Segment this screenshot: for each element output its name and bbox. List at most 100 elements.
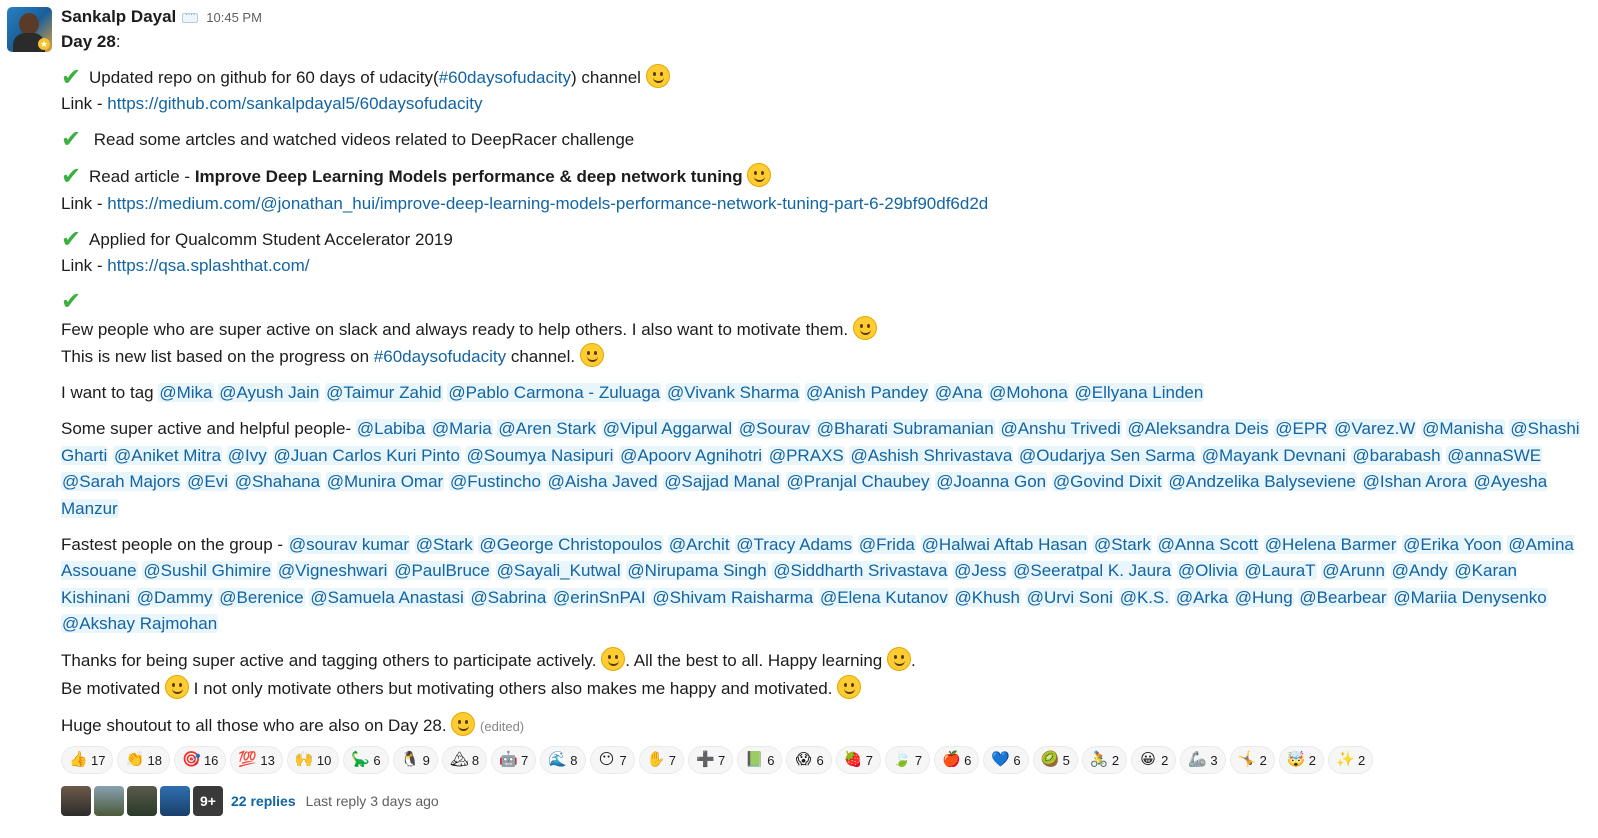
reaction-pill[interactable]: 🎯 16 (173, 746, 227, 774)
user-mention[interactable]: @Shivam Raisharma (651, 587, 815, 607)
user-mention[interactable]: @K.S. (1118, 587, 1171, 607)
user-mention[interactable]: @Ashish Shrivastava (849, 445, 1014, 465)
user-mention[interactable]: @Helena Barmer (1263, 534, 1398, 554)
reaction-pill[interactable]: 🦾 3 (1180, 746, 1226, 774)
user-mention[interactable]: @Ana (933, 383, 984, 402)
user-mention[interactable]: @Oudarjya Sen Sarma (1018, 445, 1197, 465)
user-mention[interactable]: @Erika Yoon (1402, 534, 1503, 554)
user-mention[interactable]: @sourav kumar (287, 534, 411, 554)
reaction-pill[interactable]: ✨ 2 (1328, 746, 1374, 774)
user-mention[interactable]: @Evi (186, 472, 229, 491)
user-mention[interactable]: @Samuela Anastasi (309, 587, 465, 607)
user-mention[interactable]: @Varez.W (1333, 419, 1417, 438)
user-mention[interactable]: @Taimur Zahid (325, 383, 443, 402)
user-mention[interactable]: @Siddharth Srivastava (772, 561, 949, 580)
user-mention[interactable]: @Shahana (233, 472, 322, 491)
user-mention[interactable]: @Tracy Adams (735, 534, 854, 554)
user-mention[interactable]: @barabash (1351, 445, 1442, 465)
user-mention[interactable]: @Vigneshwari (276, 561, 389, 580)
user-mention[interactable]: @Stark (414, 534, 474, 554)
reaction-pill[interactable]: 🤯 2 (1278, 746, 1325, 774)
user-mention[interactable]: @Mika (158, 383, 214, 402)
user-mention[interactable]: @Juan Carlos Kuri Pinto (272, 445, 461, 465)
user-mention[interactable]: @Jess (953, 561, 1008, 580)
user-mention[interactable]: @Ishan Arora (1361, 472, 1468, 491)
replies-link[interactable]: 22 replies (231, 793, 296, 809)
github-link[interactable]: https://github.com/sankalpdayal5/60dayso… (107, 94, 482, 113)
reaction-pill[interactable]: 🍎 6 (934, 746, 980, 774)
user-mention[interactable]: @Ivy (226, 445, 268, 465)
user-mention[interactable]: @Mayank Devnani (1200, 445, 1347, 465)
user-mention[interactable]: @Govind Dixit (1051, 472, 1163, 491)
user-mention[interactable]: @Halwai Aftab Hasan (920, 534, 1089, 554)
reaction-pill[interactable]: 😀 2 (1131, 746, 1177, 774)
user-mention[interactable]: @Aren Stark (497, 419, 597, 438)
user-mention[interactable]: @Bharati Subramanian (815, 419, 995, 438)
user-mention[interactable]: @EPR (1274, 419, 1329, 438)
user-mention[interactable]: @LauraT (1243, 561, 1317, 580)
user-mention[interactable]: @Elena Kutanov (818, 587, 949, 607)
channel-link[interactable]: #60daysofudacity (439, 68, 571, 87)
reaction-pill[interactable]: 👍 17 (61, 746, 114, 774)
user-mention[interactable]: @Mohona (988, 383, 1069, 402)
user-mention[interactable]: @Andzelika Balyseviene (1167, 472, 1357, 491)
user-mention[interactable]: @annaSWE (1446, 445, 1543, 465)
user-mention[interactable]: @Stark (1092, 534, 1152, 554)
user-mention[interactable]: @Maria (430, 419, 493, 438)
author-avatar[interactable]: ★ (7, 7, 52, 52)
reaction-pill[interactable]: 💙 6 (983, 746, 1029, 774)
reply-avatar[interactable] (160, 786, 190, 816)
reaction-pill[interactable]: 🏔 8 (441, 746, 488, 774)
channel-link[interactable]: #60daysofudacity (374, 347, 506, 366)
qsa-link[interactable]: https://qsa.splashthat.com/ (107, 256, 309, 275)
user-mention[interactable]: @Urvi Soni (1025, 587, 1114, 607)
user-mention[interactable]: @Munira Omar (325, 472, 445, 491)
user-mention[interactable]: @Anish Pandey (804, 383, 930, 402)
reaction-pill[interactable]: 😶 7 (589, 746, 635, 774)
more-repliers-badge[interactable]: 9+ (193, 786, 223, 816)
reaction-pill[interactable]: ✋ 7 (638, 746, 684, 774)
user-mention[interactable]: @Ayush Jain (218, 383, 321, 402)
reaction-pill[interactable]: 💯 13 (230, 746, 283, 774)
user-mention[interactable]: @PaulBruce (393, 561, 491, 580)
user-mention[interactable]: @Anna Scott (1156, 534, 1260, 554)
medium-link[interactable]: https://medium.com/@jonathan_hui/improve… (107, 194, 988, 213)
reply-avatar[interactable] (127, 786, 157, 816)
user-mention[interactable]: @Pablo Carmona - Zuluaga (447, 383, 662, 402)
user-mention[interactable]: @Sourav (737, 419, 811, 438)
user-mention[interactable]: @Sabrina (469, 587, 548, 607)
reaction-pill[interactable]: 🌊 8 (540, 746, 586, 774)
user-mention[interactable]: @Berenice (218, 587, 305, 607)
reaction-pill[interactable]: ➕ 7 (687, 746, 734, 774)
reaction-pill[interactable]: 👏 18 (117, 746, 170, 774)
user-mention[interactable]: @Seeratpal K. Jaura (1012, 561, 1173, 580)
user-mention[interactable]: @Arka (1174, 587, 1230, 607)
user-mention[interactable]: @Apoorv Agnihotri (619, 445, 764, 465)
reaction-pill[interactable]: 🍓 7 (835, 746, 881, 774)
thread-summary[interactable]: 9+ 22 replies Last reply 3 days ago (61, 786, 1591, 816)
reaction-pill[interactable]: 📗 6 (737, 746, 783, 774)
reaction-pill[interactable]: 😱 6 (786, 746, 832, 774)
user-mention[interactable]: @erinSnPAI (552, 587, 647, 607)
user-mention[interactable]: @Soumya Nasipuri (465, 445, 615, 465)
user-mention[interactable]: @Bearbear (1298, 587, 1388, 607)
user-mention[interactable]: @Sushil Ghimire (142, 561, 273, 580)
user-mention[interactable]: @Aleksandra Deis (1126, 419, 1270, 438)
user-mention[interactable]: @Fustincho (448, 472, 542, 491)
user-mention[interactable]: @Aisha Javed (546, 472, 659, 491)
user-mention[interactable]: @Arunn (1321, 561, 1386, 580)
reaction-pill[interactable]: 🦕 6 (343, 746, 389, 774)
user-mention[interactable]: @Joanna Gon (935, 472, 1048, 491)
reaction-pill[interactable]: 🤖 7 (491, 746, 537, 774)
user-mention[interactable]: @Khush (953, 587, 1021, 607)
reaction-pill[interactable]: 🙌 10 (286, 746, 340, 774)
reply-avatar[interactable] (94, 786, 124, 816)
user-mention[interactable]: @Nirupama Singh (626, 561, 768, 580)
user-mention[interactable]: @Pranjal Chaubey (785, 472, 931, 491)
reaction-pill[interactable]: 🥝 5 (1032, 746, 1078, 774)
user-mention[interactable]: @Sajjad Manal (663, 472, 781, 491)
user-mention[interactable]: @Archit (667, 534, 731, 554)
reaction-pill[interactable]: 🐧 9 (392, 746, 438, 774)
user-mention[interactable]: @Andy (1390, 561, 1449, 580)
user-mention[interactable]: @Ellyana Linden (1073, 383, 1205, 402)
